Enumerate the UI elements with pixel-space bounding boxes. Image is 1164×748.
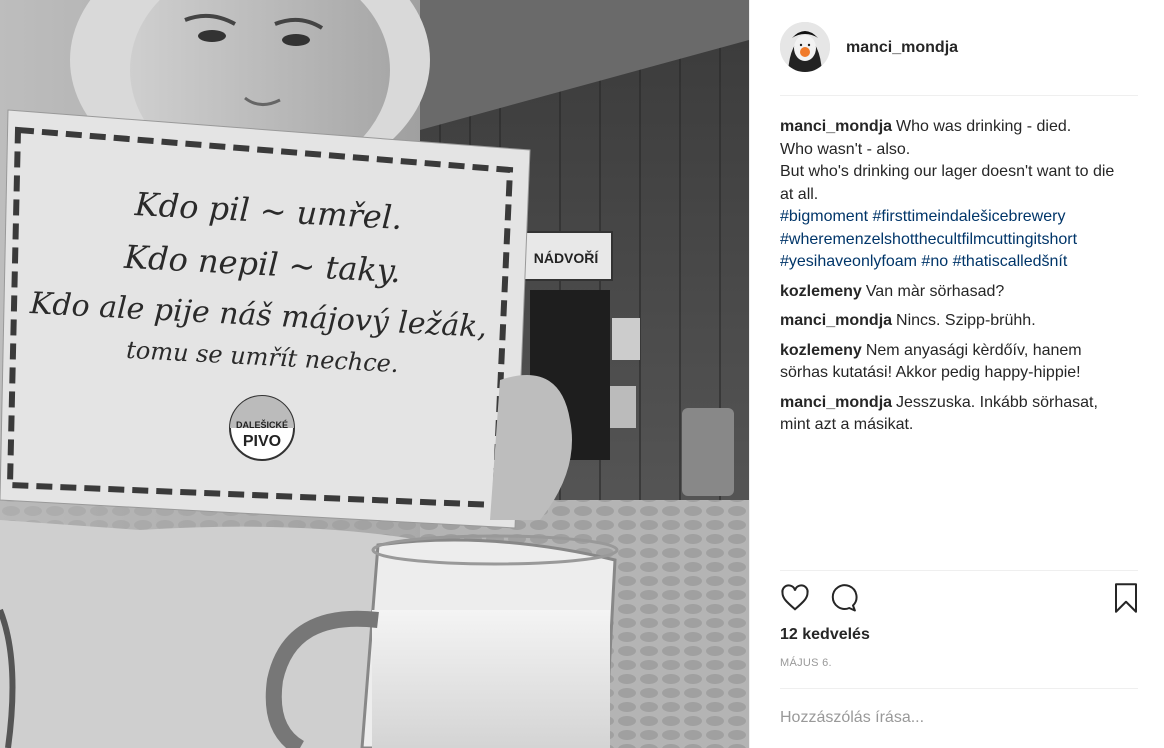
header-username[interactable]: manci_mondja — [846, 39, 958, 57]
post-details-panel: manci_mondja manci_mondja Who was drinkin… — [749, 0, 1164, 748]
post-header: manci_mondja — [780, 22, 1138, 96]
comment-text: Nincs. Szipp-brühh. — [896, 312, 1036, 329]
hashtag-link[interactable]: #thatiscalledšnít — [953, 253, 1068, 270]
brewery-badge: DALEŠICKÉ PIVO — [229, 395, 295, 461]
caption: manci_mondja Who was drinking - died. Who… — [780, 116, 1118, 274]
caption-username[interactable]: manci_mondja — [780, 118, 892, 135]
comment-item: kozlemeny Nem anyasági kèrdőív, hanem sör… — [780, 340, 1118, 385]
comment-icon-svg — [831, 584, 858, 612]
comment-username[interactable]: manci_mondja — [780, 312, 892, 329]
post-actions — [780, 570, 1138, 632]
hashtag-link[interactable]: #firsttimeindalešicebrewery — [873, 208, 1066, 225]
post-date[interactable]: MÁJUS 6. — [780, 657, 832, 669]
post-photo[interactable]: NÁDVOŘÍ Kdo pil ~ umřel. Kdo nepil ~ tak… — [0, 0, 749, 748]
hashtag-link[interactable]: #bigmoment — [780, 208, 868, 225]
profile-avatar[interactable] — [780, 22, 830, 72]
likes-count[interactable]: 12 kedvelés — [780, 626, 870, 644]
comment-icon[interactable] — [828, 583, 858, 618]
caption-line-1: Who was drinking - died. — [896, 118, 1072, 135]
hashtag-link[interactable]: #yesihaveonlyfoam — [780, 253, 917, 270]
comment-text: Van màr sörhasad? — [865, 282, 1005, 300]
photo-scene: NÁDVOŘÍ Kdo pil ~ umřel. Kdo nepil ~ tak… — [0, 0, 749, 748]
badge-line-1: DALEŠICKÉ — [236, 419, 288, 430]
badge-line-2: PIVO — [243, 433, 281, 450]
bookmark-icon-svg — [1115, 583, 1137, 613]
hashtag-link[interactable]: #no — [921, 253, 948, 270]
heart-icon-svg — [781, 584, 809, 611]
caption-line-3: But who's drinking our lager doesn't wan… — [780, 163, 1115, 203]
comment-username[interactable]: kozlemeny — [780, 342, 862, 359]
comment-item: manci_mondja Jesszuska. Inkább sörhasat, … — [780, 392, 1118, 437]
heart-icon[interactable] — [780, 583, 810, 618]
add-comment-section — [780, 688, 1138, 748]
add-comment-input[interactable] — [780, 705, 1110, 731]
comments-list: manci_mondja Who was drinking - died. Who… — [780, 116, 1118, 444]
caption-hashtags: #bigmoment #firsttimeindalešicebrewery #… — [780, 206, 1118, 274]
caption-line-2: Who wasn't - also. — [780, 140, 911, 158]
hashtag-link[interactable]: #wheremenzelshotthecultfilmcuttingitshor… — [780, 231, 1077, 248]
avatar-image — [780, 22, 830, 72]
comment-username[interactable]: manci_mondja — [780, 394, 892, 411]
comment-item: manci_mondja Nincs. Szipp-brühh. — [780, 310, 1118, 333]
bookmark-icon[interactable] — [1112, 583, 1140, 618]
comment-username[interactable]: kozlemeny — [780, 283, 862, 300]
comment-item: kozlemeny Van màr sörhasad? — [780, 281, 1118, 304]
wall-sign-text: NÁDVOŘÍ — [534, 249, 600, 266]
